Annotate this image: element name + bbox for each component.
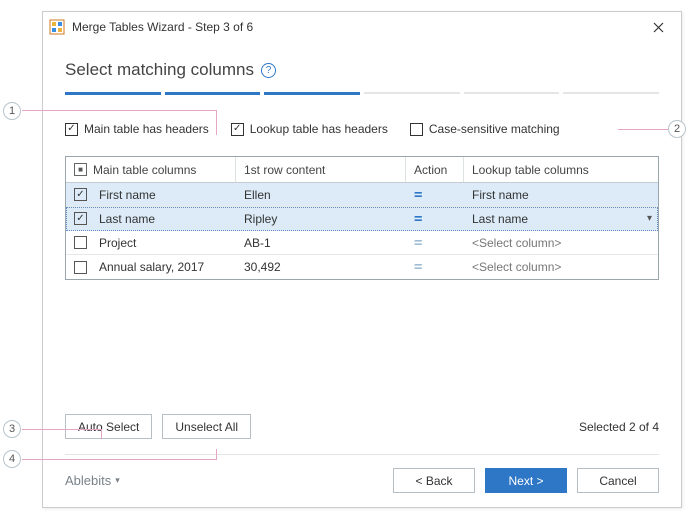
back-button[interactable]: < Back xyxy=(393,468,475,493)
unselect-all-button[interactable]: Unselect All xyxy=(162,414,251,439)
callout-1: 1 xyxy=(3,102,21,120)
window-title: Merge Tables Wizard - Step 3 of 6 xyxy=(72,20,643,34)
row-main-col: Last name xyxy=(99,212,155,226)
row-main-col: First name xyxy=(99,188,156,202)
equals-icon: = xyxy=(414,235,422,251)
row-first-content: AB-1 xyxy=(236,231,406,254)
lookup-headers-checkbox[interactable]: Lookup table has headers xyxy=(231,122,388,136)
checkbox-icon xyxy=(410,123,423,136)
row-checkbox[interactable] xyxy=(74,188,87,201)
table-row[interactable]: Project AB-1 = <Select column> xyxy=(66,231,658,255)
chevron-down-icon: ▾ xyxy=(115,475,120,486)
columns-table: Main table columns 1st row content Actio… xyxy=(65,156,659,280)
page-heading: Select matching columns xyxy=(65,60,254,80)
table-row[interactable]: First name Ellen = First name xyxy=(66,183,658,207)
row-checkbox[interactable] xyxy=(74,236,87,249)
main-headers-label: Main table has headers xyxy=(84,122,209,136)
brand-label: Ablebits xyxy=(65,473,111,488)
case-sensitive-label: Case-sensitive matching xyxy=(429,122,560,136)
next-button[interactable]: Next > xyxy=(485,468,567,493)
options-row: Main table has headers Lookup table has … xyxy=(65,122,659,136)
callout-1-line-h xyxy=(22,110,217,111)
callout-3-line-h xyxy=(22,429,102,430)
table-row[interactable]: Last name Ripley = Last name▾ xyxy=(66,207,658,231)
checkbox-icon xyxy=(231,123,244,136)
header-main: Main table columns xyxy=(93,163,196,177)
callout-4: 4 xyxy=(3,450,21,468)
checkbox-icon xyxy=(65,123,78,136)
footer: Ablebits ▾ < Back Next > Cancel xyxy=(65,468,659,493)
row-checkbox[interactable] xyxy=(74,261,87,274)
table-row[interactable]: Annual salary, 2017 30,492 = <Select col… xyxy=(66,255,658,279)
footer-separator xyxy=(65,454,659,455)
help-icon[interactable]: ? xyxy=(261,63,276,78)
step-progress xyxy=(65,92,659,96)
callout-2-line xyxy=(618,129,668,130)
lookup-column-select[interactable]: <Select column> xyxy=(464,231,658,254)
header-checkbox[interactable] xyxy=(74,163,87,176)
lookup-column-select[interactable]: First name xyxy=(464,183,658,206)
main-headers-checkbox[interactable]: Main table has headers xyxy=(65,122,209,136)
selection-buttons-row: Auto Select Unselect All Selected 2 of 4 xyxy=(65,414,659,439)
row-checkbox[interactable] xyxy=(74,212,87,225)
callout-1-line-v xyxy=(216,110,217,135)
row-first-content: Ellen xyxy=(236,183,406,206)
header-row1: 1st row content xyxy=(236,157,406,182)
wizard-dialog: Merge Tables Wizard - Step 3 of 6 Select… xyxy=(42,11,682,508)
lookup-headers-label: Lookup table has headers xyxy=(250,122,388,136)
case-sensitive-checkbox[interactable]: Case-sensitive matching xyxy=(410,122,560,136)
selection-count: Selected 2 of 4 xyxy=(579,420,659,434)
chevron-down-icon: ▾ xyxy=(647,213,652,224)
callout-3: 3 xyxy=(3,420,21,438)
close-button[interactable] xyxy=(643,15,673,39)
callout-4-line-v xyxy=(216,449,217,460)
header-action: Action xyxy=(406,157,464,182)
equals-icon: = xyxy=(414,259,422,275)
auto-select-button[interactable]: Auto Select xyxy=(65,414,152,439)
header-lookup: Lookup table columns xyxy=(464,157,658,182)
content-area: Select matching columns ? Main table has… xyxy=(43,42,681,280)
lookup-column-select[interactable]: <Select column> xyxy=(464,255,658,279)
table-header-row: Main table columns 1st row content Actio… xyxy=(66,157,658,183)
callout-2: 2 xyxy=(668,120,686,138)
row-first-content: Ripley xyxy=(236,207,406,230)
equals-icon: = xyxy=(414,211,422,227)
row-main-col: Project xyxy=(99,236,136,250)
row-main-col: Annual salary, 2017 xyxy=(99,260,204,274)
row-first-content: 30,492 xyxy=(236,255,406,279)
lookup-column-select[interactable]: Last name▾ xyxy=(464,207,658,230)
brand-menu[interactable]: Ablebits ▾ xyxy=(65,473,120,488)
equals-icon: = xyxy=(414,187,422,203)
titlebar: Merge Tables Wizard - Step 3 of 6 xyxy=(43,12,681,42)
cancel-button[interactable]: Cancel xyxy=(577,468,659,493)
callout-4-line-h xyxy=(22,459,217,460)
app-icon xyxy=(49,19,65,35)
callout-3-line-v xyxy=(101,429,102,439)
close-icon xyxy=(653,22,664,33)
